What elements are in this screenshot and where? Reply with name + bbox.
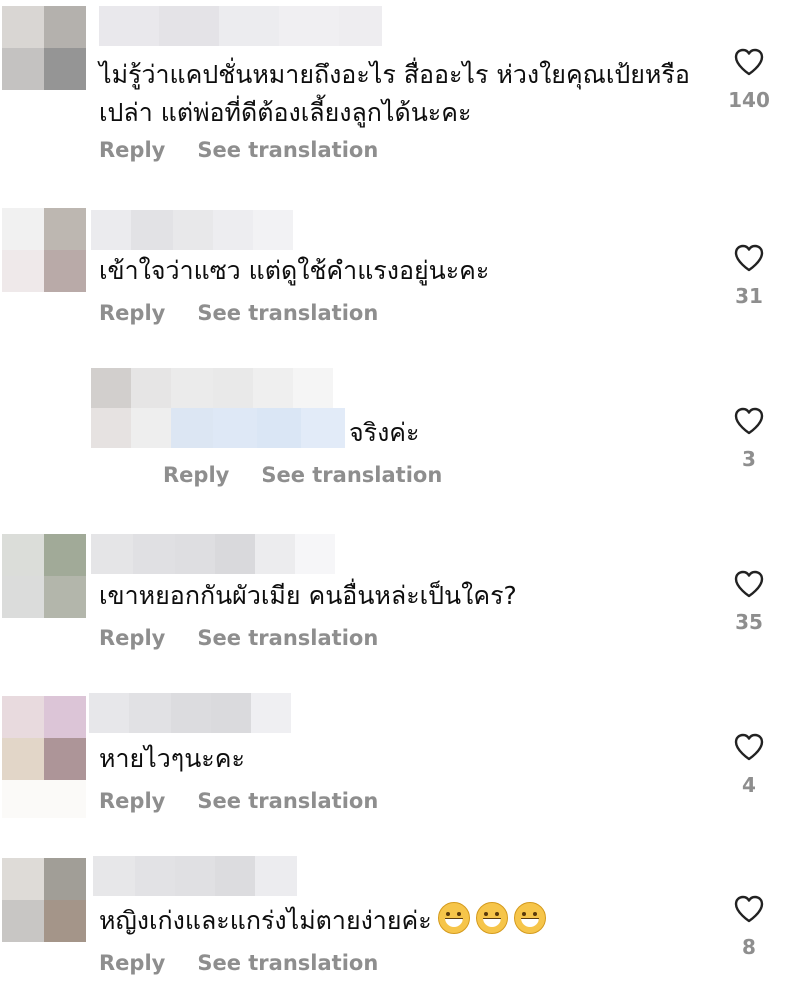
see-translation-button[interactable]: See translation	[197, 301, 378, 325]
avatar[interactable]	[2, 208, 86, 292]
like-count: 3	[742, 447, 756, 471]
like-count: 35	[735, 610, 763, 634]
comment-text: ไม่รู้ว่าแคปชั่นหมายถึงอะไร สื่ออะไร ห่ว…	[99, 60, 690, 127]
like-count: 4	[742, 773, 756, 797]
heart-icon[interactable]	[734, 570, 764, 598]
avatar[interactable]	[2, 6, 86, 90]
like-control: 8	[722, 895, 776, 959]
reply-button[interactable]: Reply	[99, 138, 165, 162]
reply-button[interactable]: Reply	[99, 789, 165, 813]
comment-actions: Reply See translation	[99, 138, 378, 162]
avatar[interactable]	[2, 858, 86, 942]
see-translation-button[interactable]: See translation	[197, 626, 378, 650]
comment-actions: Reply See translation	[99, 951, 378, 975]
username-blurred[interactable]	[99, 6, 382, 46]
avatar-blur-fade	[2, 780, 86, 818]
comment-actions: Reply See translation	[99, 301, 378, 325]
reply-button[interactable]: Reply	[99, 626, 165, 650]
reply-blurred-mention[interactable]	[91, 408, 345, 448]
comment-actions: Reply See translation	[99, 626, 378, 650]
reply-button[interactable]: Reply	[163, 463, 229, 487]
heart-icon[interactable]	[734, 48, 764, 76]
heart-icon[interactable]	[734, 244, 764, 272]
see-translation-button[interactable]: See translation	[197, 138, 378, 162]
grinning-face-emoji	[513, 902, 546, 934]
comment-actions: Reply See translation	[163, 463, 442, 487]
like-control: 4	[722, 733, 776, 797]
reply-button[interactable]: Reply	[99, 951, 165, 975]
like-count: 8	[742, 935, 756, 959]
like-control: 3	[722, 407, 776, 471]
username-blurred[interactable]	[91, 210, 293, 250]
like-control: 140	[722, 48, 776, 112]
comment-text: จริงค่ะ	[349, 418, 420, 447]
avatar[interactable]	[2, 534, 86, 618]
avatar[interactable]	[2, 696, 86, 780]
username-blurred[interactable]	[91, 534, 335, 574]
username-blurred[interactable]	[89, 693, 291, 733]
like-control: 35	[722, 570, 776, 634]
see-translation-button[interactable]: See translation	[261, 463, 442, 487]
comment-text: เขาหยอกกันผัวเมีย คนอื่นหล่ะเป็นใคร?	[99, 581, 517, 610]
like-count: 31	[735, 284, 763, 308]
heart-icon[interactable]	[734, 407, 764, 435]
heart-icon[interactable]	[734, 895, 764, 923]
grinning-face-emoji	[437, 902, 470, 934]
comment-text: หญิงเก่งและแกร่งไม่ตายง่ายค่ะ	[99, 902, 546, 940]
see-translation-button[interactable]: See translation	[197, 789, 378, 813]
reply-blurred-header[interactable]	[91, 368, 333, 408]
like-count: 140	[728, 88, 770, 112]
reply-button[interactable]: Reply	[99, 301, 165, 325]
see-translation-button[interactable]: See translation	[197, 951, 378, 975]
comment-actions: Reply See translation	[99, 789, 378, 813]
heart-icon[interactable]	[734, 733, 764, 761]
comment-text: หายไวๆนะคะ	[99, 744, 245, 773]
username-blurred[interactable]	[93, 856, 297, 896]
grinning-face-emoji	[475, 902, 508, 934]
comment-text: เข้าใจว่าแซว แต่ดูใช้คำแรงอยู่นะคะ	[99, 256, 490, 285]
like-control: 31	[722, 244, 776, 308]
